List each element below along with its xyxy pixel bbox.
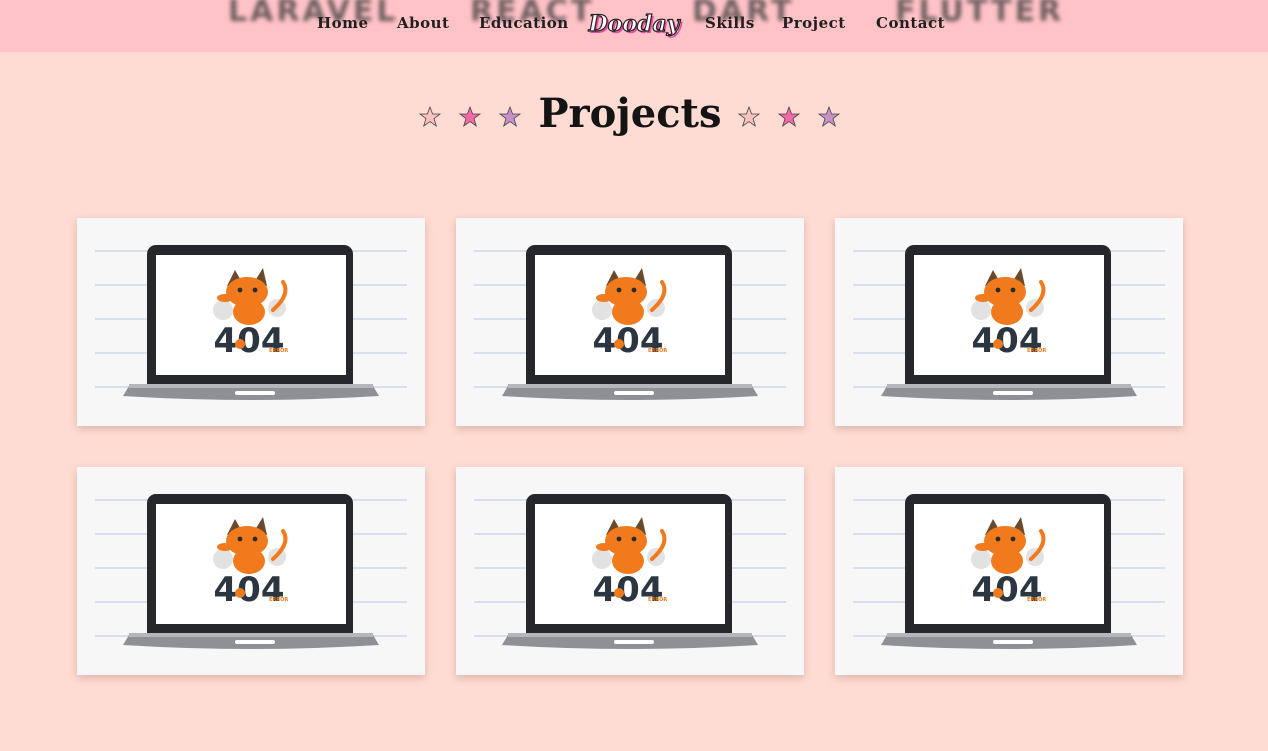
nav-link-project[interactable]: Project (782, 14, 846, 32)
error-label-text: ERROR (1027, 348, 1046, 354)
error-label-text: ERROR (648, 597, 667, 603)
error-code-text: 404 (214, 570, 285, 610)
nav-bg-word-laravel: LARAVEL (228, 0, 399, 29)
project-screenshot: 404ERROR (95, 245, 407, 400)
error-code-text: 404 (972, 570, 1043, 610)
star-icon (458, 105, 482, 127)
project-card[interactable]: 404 ERROR (456, 218, 804, 426)
error-code-text: 404 (972, 321, 1043, 361)
error-code-text: 404 (214, 321, 285, 361)
project-card[interactable]: 404 ERROR (77, 218, 425, 426)
site-logo[interactable]: Dooday (588, 4, 680, 44)
project-card[interactable]: 404 ERROR (835, 467, 1183, 675)
error-label-text: ERROR (269, 597, 288, 603)
project-card[interactable]: 404 ERROR (456, 467, 804, 675)
nav-link-contact[interactable]: Contact (876, 14, 945, 32)
nav-link-skills[interactable]: Skills (705, 14, 755, 32)
project-screenshot: 404ERROR (474, 245, 786, 400)
error-code-text: 404 (593, 321, 664, 361)
error-code-text: 404 (593, 570, 664, 610)
navbar: LARAVEL REACT DART FLUTTER Home About Ed… (0, 0, 1268, 52)
nav-link-about[interactable]: About (397, 14, 449, 32)
error-label-text: ERROR (1027, 597, 1046, 603)
error-label-text: ERROR (269, 348, 288, 354)
page-title: Projects (538, 90, 722, 137)
project-screenshot: 404ERROR (853, 245, 1165, 400)
star-icon (498, 105, 522, 127)
star-icon (777, 105, 801, 127)
star-icon (418, 105, 442, 127)
error-label-text: ERROR (648, 348, 667, 354)
nav-link-home[interactable]: Home (317, 14, 369, 32)
project-screenshot: 404ERROR (474, 494, 786, 649)
nav-link-education[interactable]: Education (479, 14, 569, 32)
project-screenshot: 404ERROR (853, 494, 1165, 649)
project-card[interactable]: 404 ERROR (77, 467, 425, 675)
project-screenshot: 404ERROR (95, 494, 407, 649)
project-card[interactable]: 404 ERROR (835, 218, 1183, 426)
star-icon (737, 105, 761, 127)
section-heading: Projects (0, 88, 1268, 148)
star-icon (817, 105, 841, 127)
